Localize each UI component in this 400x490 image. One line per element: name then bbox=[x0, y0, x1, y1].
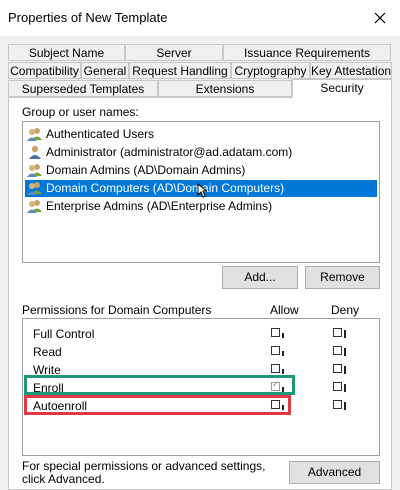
special-permissions-text: For special permissions or advanced sett… bbox=[22, 459, 266, 486]
close-icon bbox=[374, 12, 386, 24]
list-item-domain-admins[interactable]: Domain Admins (AD\Domain Admins) bbox=[25, 162, 377, 179]
allow-checkbox[interactable] bbox=[271, 364, 280, 373]
remove-button[interactable]: Remove bbox=[305, 266, 380, 289]
deny-checkbox[interactable] bbox=[333, 364, 342, 373]
allow-column-header: Allow bbox=[270, 303, 299, 317]
list-item-enterprise-admins[interactable]: Enterprise Admins (AD\Enterprise Admins) bbox=[25, 198, 377, 215]
deny-marker bbox=[344, 330, 346, 338]
tab-request-handling[interactable]: Request Handling bbox=[129, 62, 231, 79]
tab-subject-name[interactable]: Subject Name bbox=[8, 44, 125, 61]
tab-key-attestation[interactable]: Key Attestation bbox=[310, 62, 392, 79]
deny-marker bbox=[344, 348, 346, 356]
tab-issuance-requirements[interactable]: Issuance Requirements bbox=[223, 44, 391, 61]
users-group-icon bbox=[27, 164, 42, 177]
window-title: Properties of New Template bbox=[8, 10, 168, 25]
user-name: Domain Computers (AD\Domain Computers) bbox=[46, 181, 285, 195]
mouse-cursor-icon bbox=[197, 183, 207, 198]
deny-checkbox[interactable] bbox=[333, 400, 342, 409]
deny-marker bbox=[344, 384, 346, 392]
user-name: Authenticated Users bbox=[46, 127, 155, 141]
allow-marker bbox=[282, 369, 284, 374]
allow-checkbox[interactable] bbox=[271, 328, 280, 337]
advanced-button[interactable]: Advanced bbox=[289, 461, 380, 484]
deny-marker bbox=[344, 366, 346, 374]
deny-column-header: Deny bbox=[331, 303, 360, 317]
title-bar: Properties of New Template bbox=[0, 0, 400, 36]
permission-name: Full Control bbox=[33, 327, 95, 341]
user-name: Administrator (administrator@ad.adatam.c… bbox=[46, 145, 293, 159]
tab-cryptography[interactable]: Cryptography bbox=[231, 62, 310, 79]
user-icon bbox=[29, 145, 41, 159]
user-name: Domain Admins (AD\Domain Admins) bbox=[46, 163, 246, 177]
user-listbox[interactable]: Authenticated Users Administrator (admin… bbox=[22, 121, 380, 263]
tab-compatibility[interactable]: Compatibility bbox=[8, 62, 81, 79]
tab-extensions[interactable]: Extensions bbox=[158, 80, 292, 97]
tab-server[interactable]: Server bbox=[125, 44, 223, 61]
tab-security[interactable]: Security bbox=[292, 79, 392, 98]
deny-marker bbox=[344, 402, 346, 410]
tab-superseded-templates[interactable]: Superseded Templates bbox=[8, 80, 158, 97]
group-user-label: Group or user names: bbox=[22, 105, 139, 119]
add-button[interactable]: Add... bbox=[222, 266, 298, 289]
tab-general[interactable]: General bbox=[81, 62, 129, 79]
deny-checkbox[interactable] bbox=[333, 346, 342, 355]
users-group-icon bbox=[27, 200, 42, 213]
permission-name: Read bbox=[33, 345, 62, 359]
users-group-icon bbox=[27, 182, 42, 195]
permissions-label: Permissions for Domain Computers bbox=[22, 303, 212, 317]
permission-row-full-control: Full Control bbox=[23, 325, 379, 343]
allow-checkbox[interactable] bbox=[271, 346, 280, 355]
deny-checkbox[interactable] bbox=[333, 328, 342, 337]
list-item-authenticated-users[interactable]: Authenticated Users bbox=[25, 126, 377, 143]
autoenroll-highlight-box bbox=[24, 395, 291, 415]
allow-marker bbox=[282, 333, 284, 338]
users-group-icon bbox=[27, 128, 42, 141]
allow-marker bbox=[282, 351, 284, 356]
deny-checkbox[interactable] bbox=[333, 382, 342, 391]
list-item-administrator[interactable]: Administrator (administrator@ad.adatam.c… bbox=[25, 144, 377, 161]
close-button[interactable] bbox=[368, 6, 392, 30]
list-item-domain-computers[interactable]: Domain Computers (AD\Domain Computers) bbox=[25, 180, 377, 198]
enroll-highlight-box bbox=[24, 375, 295, 395]
permission-row-read: Read bbox=[23, 343, 379, 361]
user-name: Enterprise Admins (AD\Enterprise Admins) bbox=[46, 199, 273, 213]
